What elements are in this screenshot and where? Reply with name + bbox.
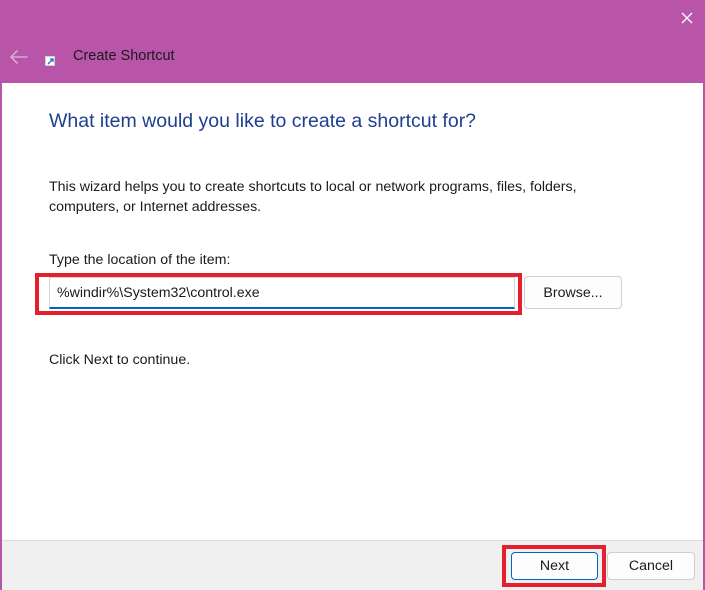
title-bar: Create Shortcut (0, 0, 705, 83)
arrow-left-icon (10, 50, 28, 64)
shortcut-icon (45, 56, 55, 66)
wizard-footer: Next Cancel (2, 540, 703, 590)
next-button[interactable]: Next (511, 552, 598, 580)
wizard-content: What item would you like to create a sho… (2, 83, 703, 540)
close-button[interactable] (668, 0, 705, 36)
continue-instruction: Click Next to continue. (49, 352, 191, 368)
wizard-heading: What item would you like to create a sho… (49, 110, 477, 132)
create-shortcut-window: Create Shortcut What item would you like… (0, 0, 705, 590)
cancel-button[interactable]: Cancel (607, 552, 695, 580)
window-title: Create Shortcut (73, 48, 175, 64)
close-icon (681, 12, 692, 24)
back-button[interactable] (6, 44, 32, 70)
wizard-description: This wizard helps you to create shortcut… (49, 179, 577, 215)
location-input[interactable] (49, 277, 515, 309)
location-label: Type the location of the item: (49, 252, 231, 268)
browse-button[interactable]: Browse... (524, 276, 622, 309)
